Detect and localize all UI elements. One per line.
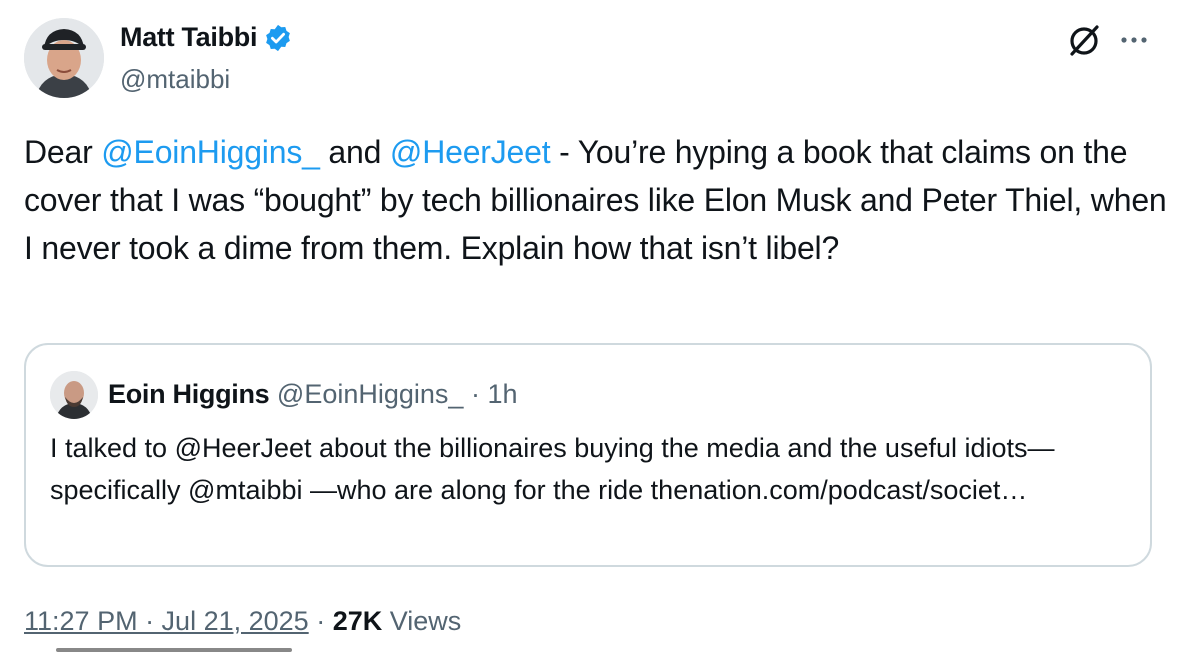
tweet-text: Dear @EoinHiggins_ and @HeerJeet - You’r… [24,128,1174,272]
quote-separator: · [470,379,480,409]
grok-icon[interactable] [1064,20,1104,60]
meta-separator: · [316,606,326,636]
scrollbar[interactable] [56,648,292,652]
timestamp-link[interactable]: 11:27 PM · Jul 21, 2025 [24,606,309,636]
views-label: Views [389,606,462,636]
verified-badge-icon [266,24,291,51]
quote-time[interactable]: 1h [487,379,517,409]
quote-tweet[interactable]: Eoin Higgins @EoinHiggins_ · 1h I talked… [24,343,1152,567]
quote-header: Eoin Higgins @EoinHiggins_ · 1h [108,379,518,410]
mention-link[interactable]: @HeerJeet [390,134,551,170]
tweet-meta: 11:27 PM · Jul 21, 2025 · 27K Views [24,606,461,637]
author-display-name[interactable]: Matt Taibbi [120,22,257,53]
author-handle[interactable]: @mtaibbi [120,64,230,95]
quote-handle[interactable]: @EoinHiggins_ [277,379,464,409]
tweet: Matt Taibbi @mtaibbi Dear @EoinHiggins_ … [0,0,1196,652]
more-icon[interactable] [1116,22,1152,58]
tweet-text-part: and [319,134,390,170]
quote-text: I talked to @HeerJeet about the billiona… [50,433,1055,505]
avatar[interactable] [24,18,104,98]
quote-avatar[interactable] [50,371,98,419]
quote-display-name[interactable]: Eoin Higgins [108,379,270,409]
views-count: 27K [332,606,383,636]
author-name-row: Matt Taibbi [120,22,293,53]
tweet-text-part: Dear [24,134,102,170]
mention-link[interactable]: @EoinHiggins_ [101,134,320,170]
